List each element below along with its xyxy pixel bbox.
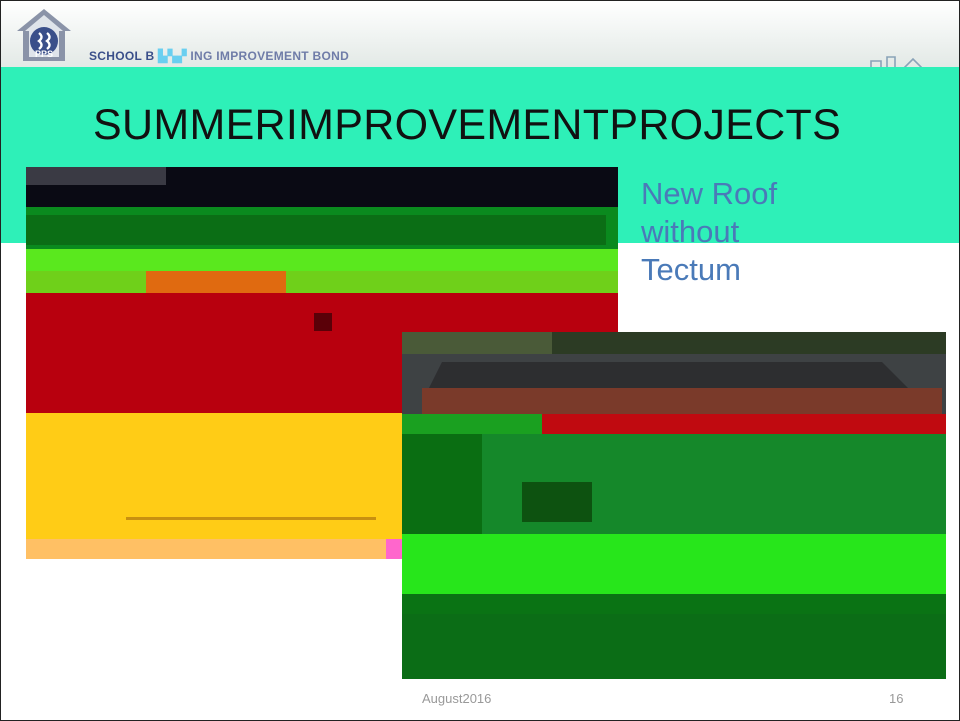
bond-name: SCHOOL B ▙▚▞ ING IMPROVEMENT BOND bbox=[89, 49, 350, 63]
bond-name-part2: ING IMPROVEMENT BOND bbox=[190, 49, 350, 63]
pps-logo-icon: PPS bbox=[17, 9, 71, 61]
slide-title: SUMMERIMPROVEMENTPROJECTS bbox=[93, 101, 842, 149]
roof-photo-after bbox=[402, 332, 946, 679]
page-number: 16 bbox=[889, 691, 904, 706]
slide: PPS SCHOOL B ▙▚▞ ING IMPROVEMENT BOND SU… bbox=[0, 0, 960, 721]
caption-line-3: Tectum bbox=[641, 252, 741, 287]
photo-caption: New Roof without Tectum bbox=[641, 175, 861, 289]
bond-name-part1: SCHOOL B bbox=[89, 49, 155, 63]
header-strip: PPS SCHOOL B ▙▚▞ ING IMPROVEMENT BOND bbox=[1, 1, 959, 72]
caption-line-1: New Roof bbox=[641, 176, 778, 211]
logo-text: PPS bbox=[35, 49, 53, 59]
footer-date: August2016 bbox=[422, 691, 492, 706]
caption-line-2: without bbox=[641, 214, 740, 249]
